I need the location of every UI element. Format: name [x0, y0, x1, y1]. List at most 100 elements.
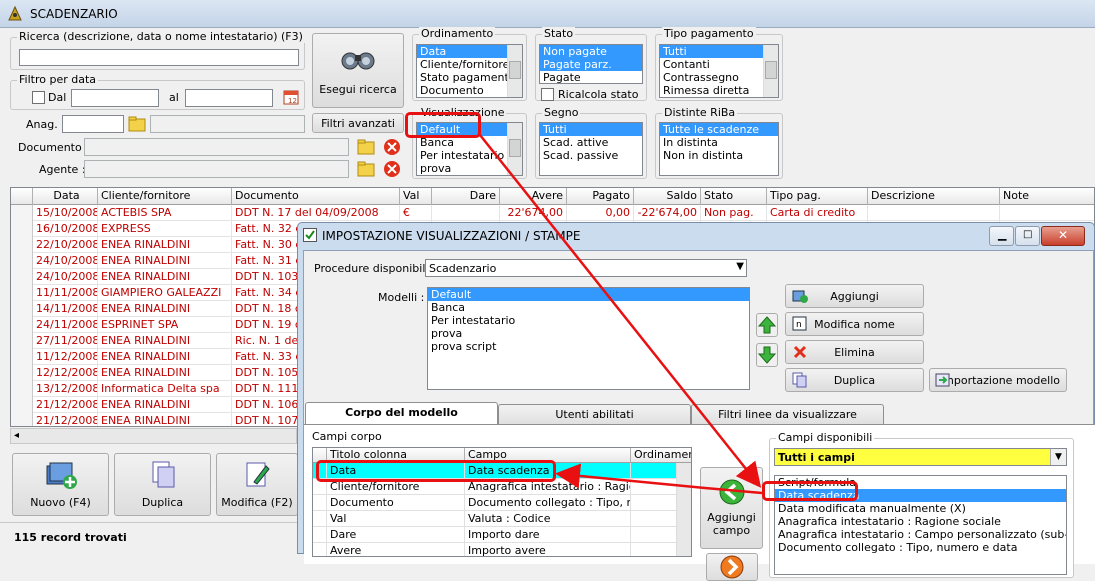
minimize-button[interactable]: ▁ — [989, 226, 1014, 246]
importazione-button[interactable]: Importazione modello — [929, 368, 1067, 392]
clear-icon[interactable] — [383, 160, 401, 178]
search-input[interactable] — [19, 49, 299, 66]
row-selector[interactable] — [11, 365, 33, 381]
column-header[interactable]: Tipo pag. — [767, 188, 868, 205]
folder-icon[interactable] — [357, 138, 375, 156]
folder-icon[interactable] — [357, 160, 375, 178]
list-item[interactable]: Per intestatario — [428, 314, 749, 327]
search-button[interactable]: Esegui ricerca — [312, 33, 404, 108]
elimina-button[interactable]: Elimina — [785, 340, 924, 364]
folder-icon[interactable] — [128, 115, 146, 133]
procedure-select[interactable]: Scadenzario ▼ — [425, 259, 747, 277]
list-item[interactable]: prova script — [428, 340, 749, 353]
column-header[interactable]: Stato — [701, 188, 767, 205]
table-row[interactable]: DocumentoDocumento collegato : Tipo, nu.… — [313, 495, 691, 511]
row-selector[interactable] — [11, 205, 33, 221]
scrollbar[interactable] — [507, 123, 522, 175]
row-selector[interactable] — [11, 269, 33, 285]
horizontal-scrollbar[interactable]: ◂ — [10, 428, 297, 444]
row-selector[interactable] — [11, 413, 33, 426]
list-item[interactable]: Default — [428, 288, 749, 301]
move-up-button[interactable] — [756, 313, 778, 337]
date-filter-checkbox[interactable] — [32, 91, 45, 104]
stato-listbox[interactable]: Non pagate Pagate parz. Pagate — [539, 44, 643, 84]
list-item[interactable]: Anagrafica intestatario : Ragione social… — [775, 515, 1066, 528]
tab-filtri[interactable]: Filtri linee da visualizzare — [691, 404, 884, 424]
list-item[interactable]: Documento collegato : Tipo, numero e dat… — [775, 541, 1066, 554]
row-selector[interactable] — [11, 333, 33, 349]
tipo-pagamento-listbox[interactable]: Tutti Contanti Contrassegno Rimessa dire… — [659, 44, 779, 98]
date-from-input[interactable] — [71, 89, 159, 107]
list-item[interactable]: In distinta — [660, 136, 778, 149]
list-item[interactable]: Scad. passive — [540, 149, 642, 162]
column-header[interactable]: Data — [33, 188, 98, 205]
date-to-input[interactable] — [185, 89, 273, 107]
ordinamento-listbox[interactable]: Data Cliente/fornitore Stato pagamento D… — [416, 44, 523, 98]
row-selector[interactable] — [11, 253, 33, 269]
list-item[interactable]: prova — [428, 327, 749, 340]
close-button[interactable]: ✕ — [1041, 226, 1085, 246]
modelli-listbox[interactable]: Default Banca Per intestatario prova pro… — [427, 287, 750, 390]
scrollbar[interactable] — [763, 45, 778, 97]
table-row[interactable]: Val Valuta : Codice — [313, 511, 691, 527]
row-selector[interactable] — [11, 285, 33, 301]
row-selector[interactable] — [313, 511, 327, 527]
campi-filter-select[interactable]: Tutti i campi ▼ — [774, 448, 1067, 466]
chevron-down-icon[interactable]: ▼ — [736, 261, 744, 272]
column-header[interactable]: Val — [400, 188, 432, 205]
column-header[interactable]: Dare — [432, 188, 500, 205]
column-header[interactable]: Avere — [500, 188, 567, 205]
list-item[interactable]: Banca — [428, 301, 749, 314]
column-header[interactable]: Note — [1000, 188, 1094, 205]
anag-code-input[interactable] — [62, 115, 124, 133]
aggiungi-button[interactable]: Aggiungi — [785, 284, 924, 308]
row-selector[interactable] — [313, 543, 327, 556]
column-header[interactable]: Pagato — [567, 188, 634, 205]
calendar-icon[interactable]: 12 — [283, 89, 299, 105]
row-selector[interactable] — [313, 527, 327, 543]
column-header[interactable]: Saldo — [634, 188, 701, 205]
scrollbar[interactable] — [676, 463, 691, 556]
row-selector[interactable] — [11, 397, 33, 413]
maximize-button[interactable]: □ — [1015, 226, 1040, 246]
row-selector[interactable] — [313, 495, 327, 511]
list-item[interactable]: Tutte le scadenze — [660, 123, 778, 136]
list-item[interactable]: Anagrafica intestatario : Campo personal… — [775, 528, 1066, 541]
list-item[interactable]: Tutti — [540, 123, 642, 136]
list-item[interactable]: Pagate parz. — [540, 58, 642, 71]
duplica-button[interactable]: Duplica — [785, 368, 924, 392]
list-item[interactable]: Non in distinta — [660, 149, 778, 162]
table-row[interactable]: 15/10/2008 ACTEBIS SPA DDT N. 17 del 04/09… — [11, 205, 1094, 221]
row-selector[interactable] — [11, 221, 33, 237]
ricalcola-checkbox[interactable] — [541, 88, 554, 101]
list-item[interactable]: Contrassegno — [660, 71, 778, 84]
remove-campo-button[interactable] — [706, 553, 758, 581]
column-header[interactable]: Cliente/fornitore — [98, 188, 232, 205]
table-row[interactable]: Dare Importo dare — [313, 527, 691, 543]
scroll-left-icon[interactable]: ◂ — [14, 430, 19, 441]
chevron-down-icon[interactable]: ▼ — [1050, 449, 1066, 465]
list-item[interactable]: Contanti — [660, 58, 778, 71]
row-selector[interactable] — [11, 349, 33, 365]
column-header[interactable]: Documento — [232, 188, 400, 205]
list-item[interactable]: Data modificata manualmente (X) — [775, 502, 1066, 515]
row-selector[interactable] — [11, 301, 33, 317]
list-item[interactable]: Scad. attive — [540, 136, 642, 149]
new-button[interactable]: Nuovo (F4) — [12, 453, 109, 516]
move-down-button[interactable] — [756, 343, 778, 367]
list-item[interactable]: Non pagate — [540, 45, 642, 58]
edit-button[interactable]: Modifica (F2) — [216, 453, 298, 516]
table-row[interactable]: Avere Importo avere — [313, 543, 691, 556]
segno-listbox[interactable]: Tutti Scad. attive Scad. passive — [539, 122, 643, 176]
column-header[interactable]: Descrizione — [868, 188, 1000, 205]
tab-utenti[interactable]: Utenti abilitati — [498, 404, 691, 424]
advanced-filters-button[interactable]: Filtri avanzati — [312, 113, 404, 133]
aggiungi-campo-button[interactable]: Aggiungi campo — [700, 467, 763, 549]
scrollbar[interactable] — [507, 45, 522, 97]
list-item[interactable]: Tutti — [660, 45, 763, 58]
tab-corpo[interactable]: Corpo del modello — [305, 402, 498, 424]
modifica-nome-button[interactable]: n Modifica nome — [785, 312, 924, 336]
row-selector[interactable] — [11, 317, 33, 333]
list-item[interactable]: Pagate — [540, 71, 642, 83]
row-selector[interactable] — [11, 237, 33, 253]
